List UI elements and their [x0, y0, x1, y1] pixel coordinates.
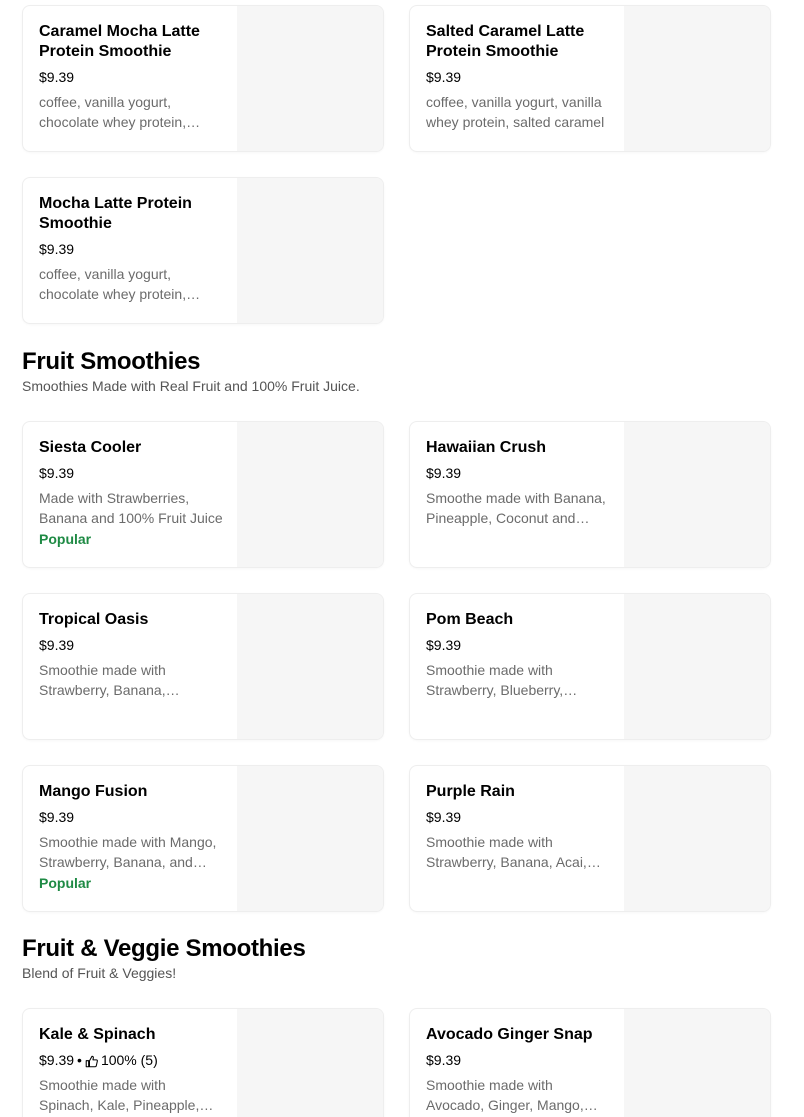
item-description: Smoothie made with Strawberry, Banana, P… — [39, 662, 166, 698]
menu-item-card[interactable]: Purple Rain $9.39 Smoothie made with Str… — [409, 765, 771, 912]
item-description: Smoothie made with Spinach, Kale, Pineap… — [39, 1077, 200, 1113]
item-price: $9.39 — [39, 69, 75, 85]
item-price: $9.39 — [426, 465, 462, 481]
item-price: $9.39 — [39, 809, 75, 825]
menu-grid-protein: Caramel Mocha Latte Protein Smoothie $9.… — [22, 5, 771, 324]
section-title: Fruit Smoothies — [22, 348, 201, 375]
item-description: coffee, vanilla yogurt, vanilla whey pro… — [426, 94, 605, 130]
menu-grid-fruit-smoothies: Siesta Cooler $9.39 Made with Strawberri… — [22, 421, 771, 912]
menu-item-card[interactable]: Hawaiian Crush $9.39 Smoothe made with B… — [409, 421, 771, 568]
item-description: coffee, vanilla yogurt, chocolate whey p… — [39, 94, 187, 130]
item-rating: 100% (5) — [100, 1052, 158, 1068]
item-image-placeholder — [237, 1009, 383, 1117]
item-description: Smoothe made with Banana, Pineapple, Coc… — [426, 490, 606, 526]
section-subtitle: Blend of Fruit & Veggies! — [22, 965, 177, 981]
item-price: $9.39 — [39, 637, 75, 653]
menu-item-card[interactable]: Siesta Cooler $9.39 Made with Strawberri… — [22, 421, 384, 568]
menu-item-card[interactable]: Kale & Spinach $9.39 • 100% (5) Smoothie… — [22, 1008, 384, 1117]
menu-item-card[interactable]: Tropical Oasis $9.39 Smoothie made with … — [22, 593, 384, 740]
item-description: coffee, vanilla yogurt, chocolate whey p… — [39, 266, 187, 302]
menu-item-card[interactable]: Mocha Latte Protein Smoothie $9.39 coffe… — [22, 177, 384, 324]
item-description: Made with Strawberries, Banana and 100% … — [39, 490, 223, 526]
menu-item-card[interactable]: Mango Fusion $9.39 Smoothie made with Ma… — [22, 765, 384, 912]
section-header-fruit-veggie-smoothies: Fruit & Veggie Smoothies Blend of Fruit … — [22, 934, 306, 982]
item-image-placeholder — [237, 6, 383, 151]
menu-grid-fruit-veggie: Kale & Spinach $9.39 • 100% (5) Smoothie… — [22, 1008, 771, 1117]
item-image-placeholder — [624, 766, 770, 911]
section-subtitle: Smoothies Made with Real Fruit and 100% … — [22, 378, 360, 394]
item-price: $9.39 — [426, 1052, 462, 1068]
item-name: Siesta Cooler — [39, 439, 142, 456]
item-image-placeholder — [237, 178, 383, 323]
item-name: Purple Rain — [426, 783, 515, 800]
item-name: Caramel Mocha Latte Protein Smoothie — [39, 23, 200, 60]
section-header-fruit-smoothies: Fruit Smoothies Smoothies Made with Real… — [22, 347, 360, 395]
item-image-placeholder — [624, 422, 770, 567]
item-image-placeholder — [624, 1009, 770, 1117]
item-name: Hawaiian Crush — [426, 439, 547, 456]
menu-item-card[interactable]: Pom Beach $9.39 Smoothie made with Straw… — [409, 593, 771, 740]
item-name: Salted Caramel Latte Protein Smoothie — [426, 23, 585, 60]
item-name: Kale & Spinach — [39, 1026, 156, 1043]
item-image-placeholder — [237, 766, 383, 911]
menu-item-card[interactable]: Salted Caramel Latte Protein Smoothie $9… — [409, 5, 771, 152]
item-price: $9.39 — [426, 69, 462, 85]
thumbs-up-icon — [85, 1054, 98, 1067]
item-price: $9.39 — [39, 241, 75, 257]
item-image-placeholder — [624, 6, 770, 151]
menu-item-card[interactable]: Caramel Mocha Latte Protein Smoothie $9.… — [22, 5, 384, 152]
item-name: Mango Fusion — [39, 783, 148, 800]
item-name: Mocha Latte Protein Smoothie — [39, 195, 192, 232]
item-price: $9.39 — [426, 637, 462, 653]
item-description: Smoothie made with Strawberry, Blueberry… — [426, 662, 564, 698]
menu-item-card[interactable]: Avocado Ginger Snap $9.39 Smoothie made … — [409, 1008, 771, 1117]
popular-badge: Popular — [39, 875, 92, 891]
item-description: Smoothie made with Mango, Strawberry, Ba… — [39, 834, 217, 870]
item-name: Avocado Ginger Snap — [426, 1026, 593, 1043]
item-image-placeholder — [624, 594, 770, 739]
item-image-placeholder — [237, 422, 383, 567]
popular-badge: Popular — [39, 531, 92, 547]
item-image-placeholder — [237, 594, 383, 739]
section-title: Fruit & Veggie Smoothies — [22, 935, 306, 962]
item-price: $9.39 — [426, 809, 462, 825]
item-name: Pom Beach — [426, 611, 514, 628]
item-description: Smoothie made with Avocado, Ginger, Mang… — [426, 1077, 584, 1113]
item-price: $9.39 — [39, 465, 75, 481]
meta-separator: • — [77, 1052, 82, 1068]
item-name: Tropical Oasis — [39, 611, 149, 628]
item-price: $9.39 — [39, 1052, 75, 1068]
item-description: Smoothie made with Strawberry, Banana, A… — [426, 834, 587, 870]
